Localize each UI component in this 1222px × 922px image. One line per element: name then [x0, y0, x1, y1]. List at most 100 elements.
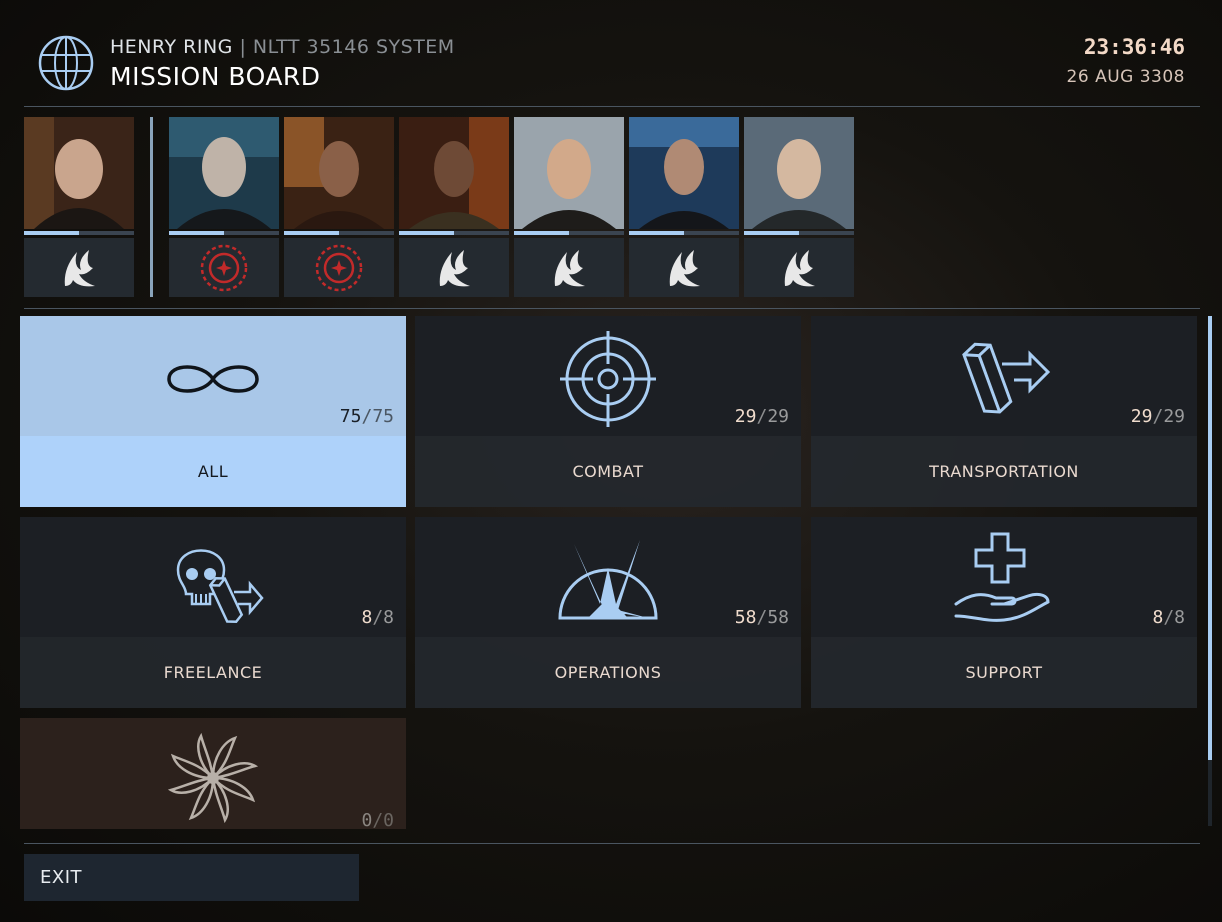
- count-value: 8: [1152, 607, 1164, 628]
- count-total: 8: [1174, 607, 1185, 628]
- tile-icon-wrap: [811, 525, 1197, 635]
- count-slash: /: [1163, 607, 1175, 628]
- count-slash: /: [756, 607, 768, 628]
- mission-count: 29/29: [735, 406, 789, 427]
- location-line: HENRY RING | NLTT 35146 SYSTEM: [110, 36, 455, 58]
- cargo-arrow-icon: [962, 342, 1051, 414]
- reputation-fill: [284, 231, 339, 235]
- header: HENRY RING | NLTT 35146 SYSTEM MISSION B…: [0, 0, 1222, 108]
- contact-face: [24, 117, 134, 229]
- count-total: 0: [383, 810, 394, 831]
- system-name: NLTT 35146 SYSTEM: [252, 36, 455, 58]
- contact-portrait[interactable]: [169, 117, 279, 297]
- reputation-fill: [169, 231, 224, 235]
- footer-divider: [24, 843, 1200, 844]
- skull-cargo-icon: [176, 549, 264, 624]
- independent-ring-icon: [315, 244, 363, 291]
- clock-time: 23:36:46: [1083, 35, 1185, 59]
- category-tile-transportation[interactable]: 29/29 TRANSPORTATION: [811, 316, 1197, 507]
- contact-face: [744, 117, 854, 229]
- category-label: TRANSPORTATION: [929, 462, 1079, 481]
- category-tile-operations[interactable]: 58/58 OPERATIONS: [415, 517, 801, 708]
- count-total: 29: [767, 406, 789, 427]
- reputation-fill: [514, 231, 569, 235]
- mission-count: 8/8: [1152, 607, 1185, 628]
- faction-emblem: [514, 238, 624, 297]
- mission-count: 29/29: [1131, 406, 1185, 427]
- faction-emblem: [169, 238, 279, 297]
- tile-icon-wrap: [20, 728, 406, 828]
- portrait-group-divider: [150, 117, 153, 297]
- category-label: SUPPORT: [965, 663, 1043, 682]
- contact-portrait[interactable]: [399, 117, 509, 297]
- count-total: 8: [383, 607, 394, 628]
- tiles-scrollbar[interactable]: [1208, 316, 1212, 826]
- federation-eagle-icon: [784, 249, 815, 286]
- category-tile-unnamed[interactable]: 0/0: [20, 718, 406, 831]
- contact-portrait[interactable]: [629, 117, 739, 297]
- count-slash: /: [361, 406, 373, 427]
- faction-emblem: [629, 238, 739, 297]
- station-name: HENRY RING: [110, 36, 233, 58]
- category-label: OPERATIONS: [554, 663, 662, 682]
- reputation-bar: [169, 231, 279, 235]
- location-separator: |: [239, 36, 247, 58]
- count-slash: /: [756, 406, 768, 427]
- count-slash: /: [372, 607, 384, 628]
- contact-face: [629, 117, 739, 229]
- reputation-bar: [399, 231, 509, 235]
- faction-emblem: [744, 238, 854, 297]
- category-label: FREELANCE: [163, 663, 263, 682]
- mission-count: 58/58: [735, 607, 789, 628]
- header-divider: [24, 106, 1200, 107]
- contact-portrait[interactable]: [514, 117, 624, 297]
- reputation-bar: [744, 231, 854, 235]
- mission-count: 75/75: [340, 406, 394, 427]
- count-slash: /: [1152, 406, 1164, 427]
- infinity-icon: [167, 365, 259, 393]
- category-label: COMBAT: [572, 462, 644, 481]
- count-value: 58: [734, 607, 757, 628]
- faction-emblem: [399, 238, 509, 297]
- page-title: MISSION BOARD: [110, 62, 321, 91]
- contact-portrait[interactable]: [284, 117, 394, 297]
- federation-eagle-icon: [669, 249, 700, 286]
- reputation-bar: [629, 231, 739, 235]
- contact-face: [514, 117, 624, 229]
- category-tile-combat[interactable]: 29/29 COMBAT: [415, 316, 801, 507]
- contact-portrait[interactable]: [24, 117, 134, 297]
- tile-icon-wrap: [20, 525, 406, 635]
- scrollbar-thumb[interactable]: [1208, 316, 1212, 760]
- exit-button[interactable]: EXIT: [24, 854, 359, 901]
- count-value: 29: [734, 406, 757, 427]
- count-slash: /: [372, 810, 384, 831]
- contact-face: [169, 117, 279, 229]
- crosshair-icon: [560, 331, 656, 427]
- reputation-fill: [629, 231, 684, 235]
- burst-dome-icon: [558, 540, 658, 620]
- independent-ring-icon: [200, 244, 248, 291]
- category-tile-freelance[interactable]: 8/8 FREELANCE: [20, 517, 406, 708]
- hand-cross-icon: [954, 532, 1050, 622]
- pinwheel-icon: [167, 732, 259, 824]
- reputation-bar: [284, 231, 394, 235]
- portrait-divider: [24, 308, 1200, 309]
- category-tile-all[interactable]: 75/75 ALL: [20, 316, 406, 507]
- count-total: 75: [372, 406, 394, 427]
- federation-eagle-icon: [64, 249, 95, 286]
- count-total: 58: [767, 607, 789, 628]
- mission-count: 0/0: [361, 810, 394, 831]
- federation-eagle-icon: [554, 249, 585, 286]
- count-value: 29: [1130, 406, 1153, 427]
- reputation-fill: [744, 231, 799, 235]
- contact-portrait[interactable]: [744, 117, 854, 297]
- category-tile-support[interactable]: 8/8 SUPPORT: [811, 517, 1197, 708]
- count-value: 8: [361, 607, 373, 628]
- reputation-fill: [399, 231, 454, 235]
- clock-date: 26 AUG 3308: [1066, 67, 1185, 87]
- count-value: 0: [361, 810, 373, 831]
- category-label: ALL: [20, 436, 406, 507]
- mission-count: 8/8: [361, 607, 394, 628]
- globe-icon: [38, 35, 94, 91]
- faction-emblem: [24, 238, 134, 297]
